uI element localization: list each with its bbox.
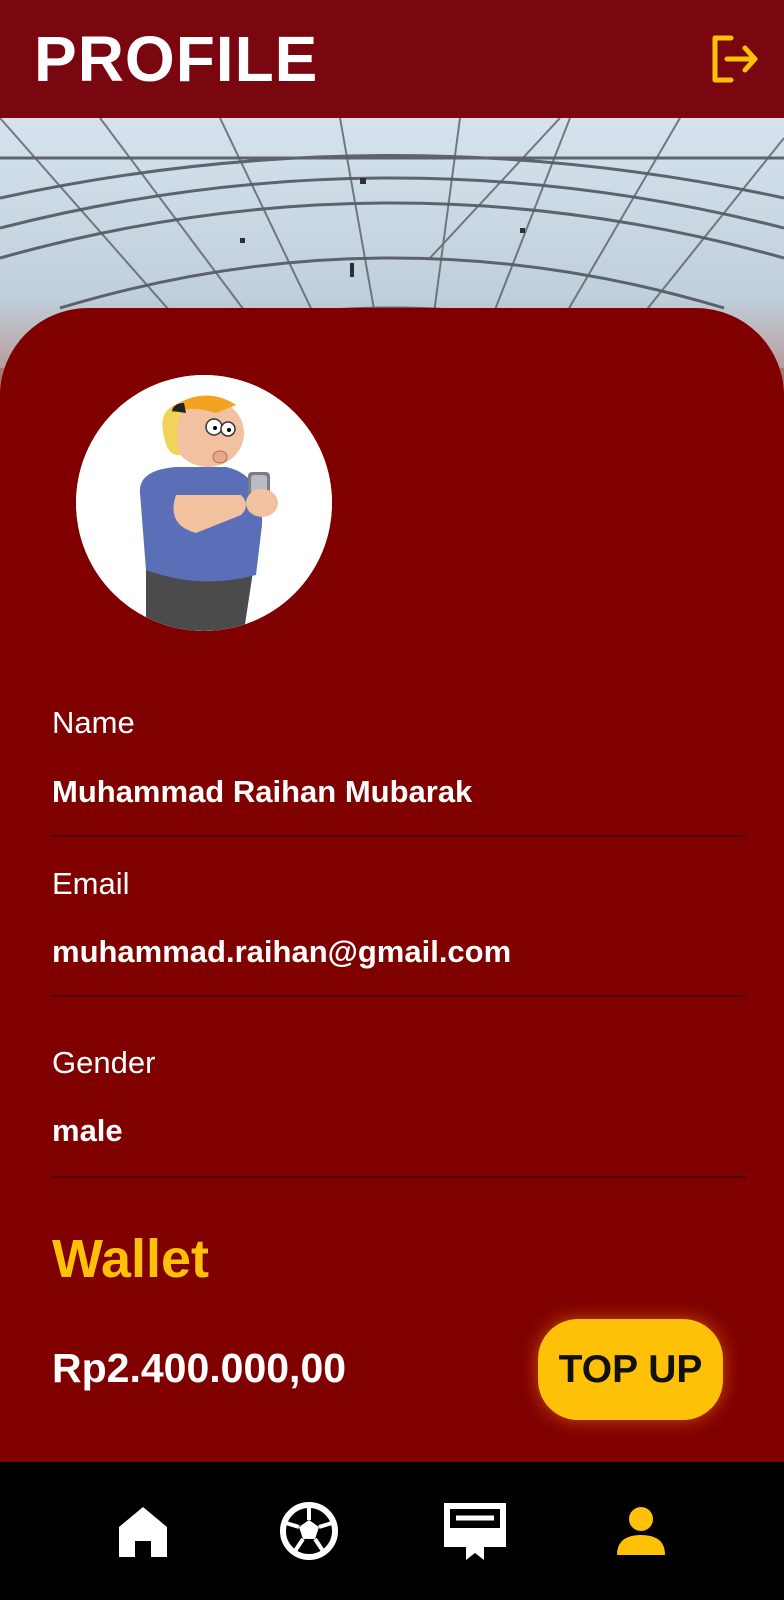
soccer-ball-icon xyxy=(280,1502,338,1560)
ticket-icon xyxy=(444,1503,506,1560)
wallet-title: Wallet xyxy=(52,1229,210,1289)
home-icon xyxy=(119,1507,167,1557)
name-value: Muhammad Raihan Mubarak xyxy=(52,774,473,809)
gender-value: male xyxy=(52,1113,123,1148)
divider xyxy=(52,1176,746,1178)
nav-home[interactable] xyxy=(103,1491,183,1571)
divider xyxy=(52,835,746,837)
page-title: PROFILE xyxy=(34,23,319,95)
avatar-illustration xyxy=(76,375,332,631)
nav-profile[interactable] xyxy=(601,1491,681,1571)
logout-icon xyxy=(712,35,758,83)
divider xyxy=(52,995,746,997)
profile-icon xyxy=(617,1507,665,1555)
gender-label: Gender xyxy=(52,1045,156,1080)
wallet-balance: Rp2.400.000,00 xyxy=(52,1345,347,1391)
nav-tickets[interactable] xyxy=(435,1491,515,1571)
logout-button[interactable] xyxy=(706,31,762,87)
app-header: PROFILE xyxy=(0,0,784,118)
name-label: Name xyxy=(52,705,135,740)
top-up-button[interactable]: TOP UP xyxy=(538,1319,723,1420)
bottom-navigation xyxy=(0,1462,784,1600)
nav-matches[interactable] xyxy=(269,1491,349,1571)
email-value: muhammad.raihan@gmail.com xyxy=(52,934,512,969)
email-label: Email xyxy=(52,866,130,901)
profile-avatar[interactable] xyxy=(76,375,332,631)
